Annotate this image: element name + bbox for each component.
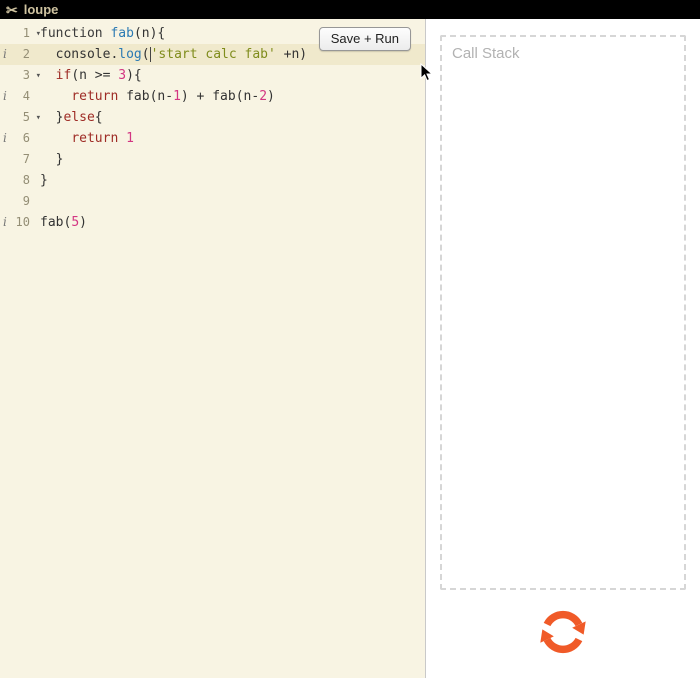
gutter-cell: i2	[0, 44, 40, 65]
code-token: )	[79, 215, 87, 230]
code-token: if	[55, 68, 72, 83]
scissors-logo-icon: ✂	[6, 1, 18, 18]
code-token: else	[63, 110, 95, 125]
code-token: }	[40, 173, 48, 188]
line-number: 10	[15, 215, 30, 229]
code-text[interactable]: function fab(n){	[40, 23, 165, 44]
info-marker-icon: i	[3, 89, 7, 103]
call-stack-panel: Call Stack	[440, 35, 686, 590]
code-token: return	[71, 131, 119, 146]
code-token: }	[40, 152, 64, 167]
code-line[interactable]: 8}	[0, 170, 425, 191]
gutter-cell: i 10	[0, 212, 40, 233]
code-text[interactable]: console.log('start calc fab' +n)	[40, 44, 307, 65]
gutter-cell: 5 ▾	[0, 107, 41, 129]
code-token: 5	[71, 215, 80, 230]
fold-arrow-icon[interactable]: ▾	[36, 24, 41, 45]
gutter-cell: 1 ▾	[0, 23, 41, 45]
gutter-cell: 3 ▾	[0, 65, 41, 87]
code-token: ){	[126, 68, 142, 83]
line-number: 1	[22, 26, 30, 40]
code-token: 2	[259, 89, 268, 104]
code-token: (	[141, 47, 150, 62]
code-text[interactable]: fab(5)	[40, 212, 87, 233]
line-number: 7	[22, 152, 30, 166]
gutter-cell: 7	[0, 149, 40, 170]
code-line[interactable]: i6 return 1	[0, 128, 425, 149]
code-token: fab	[110, 26, 134, 41]
line-number: 4	[22, 89, 30, 103]
code-text[interactable]: return fab(n-1) + fab(n-2)	[40, 86, 275, 107]
code-token: )	[267, 89, 275, 104]
code-line[interactable]: i4 return fab(n-1) + fab(n-2)	[0, 86, 425, 107]
code-token: 'start calc fab'	[150, 47, 276, 62]
info-marker-icon: i	[3, 47, 7, 61]
line-number: 6	[22, 131, 30, 145]
code-text[interactable]: if(n >= 3){	[40, 65, 142, 86]
code-text[interactable]: }	[40, 170, 48, 191]
gutter-cell: 9	[0, 191, 40, 212]
info-marker-icon: i	[3, 131, 7, 145]
code-token: +n)	[275, 47, 308, 62]
code-token: 3	[118, 68, 127, 83]
line-number: 9	[22, 194, 30, 208]
fold-arrow-icon[interactable]: ▾	[36, 66, 41, 87]
code-lines: 1 ▾ function fab(n){i 2 console.log('start …	[0, 19, 425, 233]
code-line[interactable]: 7 }	[0, 149, 425, 170]
code-line[interactable]: 9	[0, 191, 425, 212]
code-token: fab(	[40, 215, 72, 230]
code-token: {	[94, 110, 103, 125]
code-token: 1	[126, 131, 134, 146]
fold-arrow-icon[interactable]: ▾	[36, 108, 41, 129]
app-title: loupe	[23, 2, 59, 17]
code-token: (n){	[133, 26, 166, 41]
code-token: (n >=	[71, 68, 119, 83]
gutter-cell: i6	[0, 128, 40, 149]
line-number: 2	[22, 47, 30, 61]
app-header: ✂ loupe	[0, 0, 700, 19]
code-editor[interactable]: 1 ▾ function fab(n){i 2 console.log('start …	[0, 19, 426, 678]
save-run-button[interactable]: Save + Run	[318, 27, 411, 51]
code-token: log	[118, 47, 142, 62]
code-token: return	[71, 89, 119, 104]
line-number: 5	[22, 110, 30, 124]
code-text[interactable]: }	[40, 149, 64, 170]
gutter-cell: 8	[0, 170, 40, 191]
code-token: function	[40, 26, 111, 41]
code-text[interactable]: }else{	[40, 107, 103, 128]
line-number: 8	[22, 173, 30, 187]
code-line[interactable]: i 10 fab(5)	[0, 212, 425, 233]
loop-arrows-icon	[540, 610, 586, 654]
info-marker-icon: i	[3, 215, 7, 229]
code-token: ) + fab(n-	[180, 89, 260, 104]
code-token: 1	[173, 89, 181, 104]
code-line[interactable]: 3 ▾ if(n >= 3){	[0, 65, 425, 86]
code-text[interactable]: return 1	[40, 128, 134, 149]
code-line[interactable]: 5 ▾ }else{	[0, 107, 425, 128]
visualization-panel: Call Stack	[426, 19, 700, 678]
call-stack-title: Call Stack	[452, 45, 520, 62]
code-token: fab(n-	[118, 89, 174, 104]
code-token: console.	[40, 47, 119, 62]
code-token: }	[40, 110, 64, 125]
event-loop-icon[interactable]	[533, 602, 593, 662]
line-number: 3	[22, 68, 30, 82]
gutter-cell: i4	[0, 86, 40, 107]
